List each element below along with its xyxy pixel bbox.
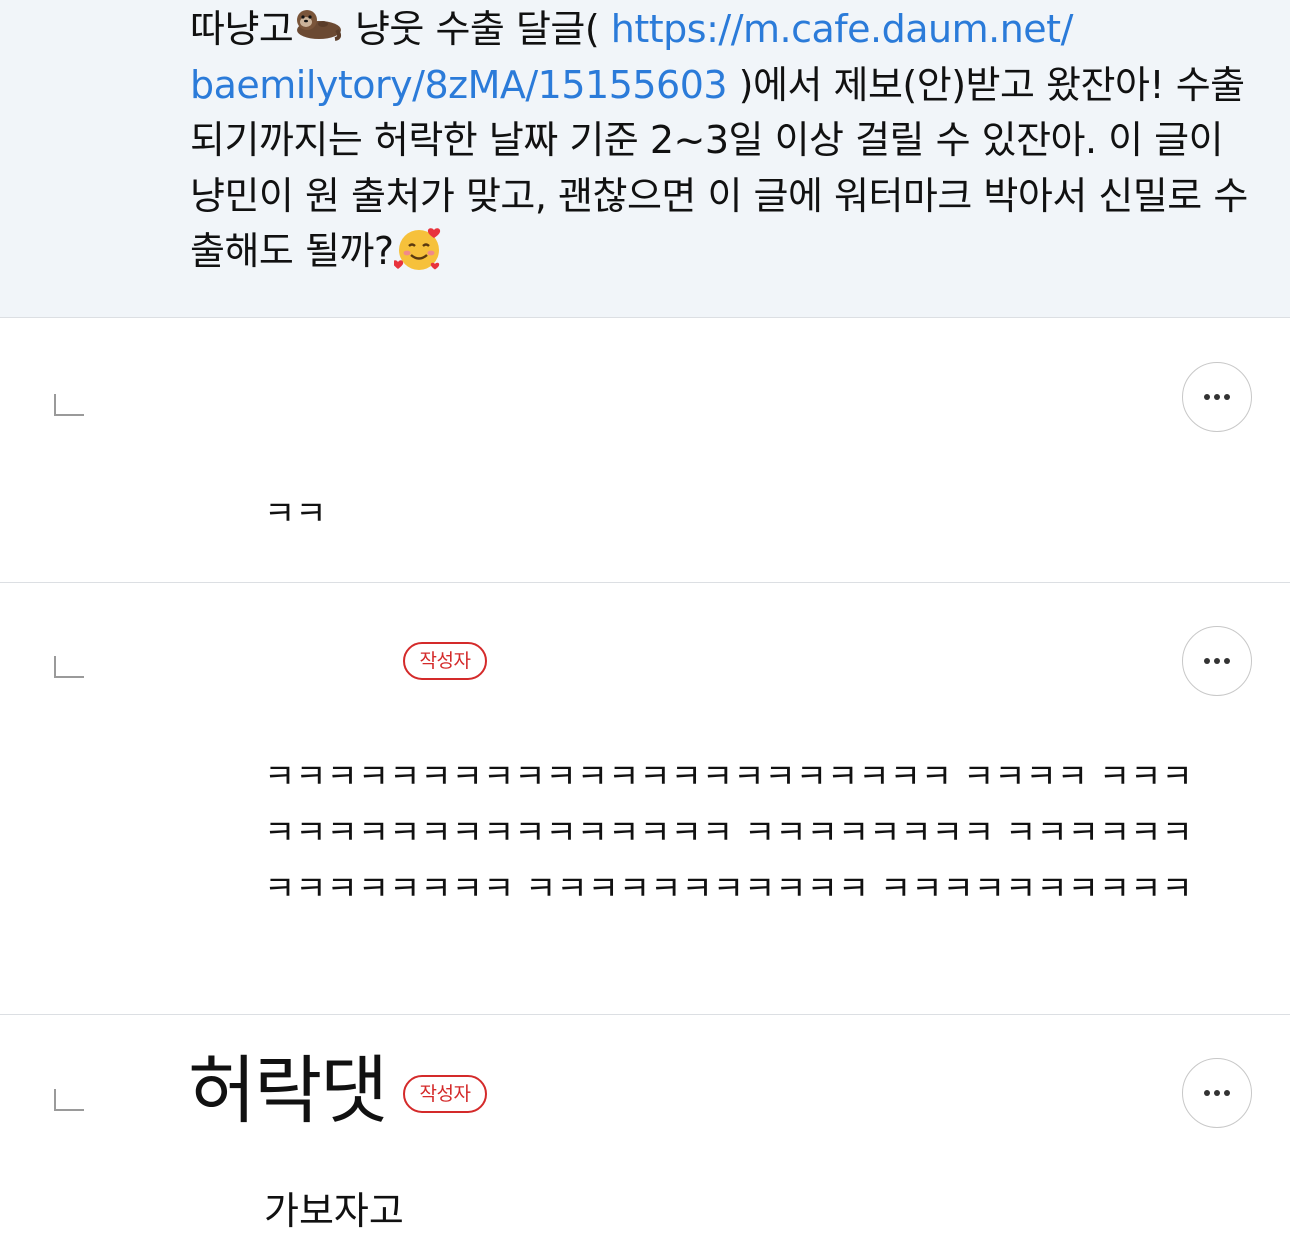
parent-comment: 따냥고 냥웃 수출 달글( https://m.cafe.daum.net/ b…: [0, 0, 1290, 318]
reply-text: ㅋㅋㅋㅋㅋㅋㅋㅋㅋㅋㅋㅋㅋㅋㅋㅋㅋㅋㅋㅋㅋㅋ ㅋㅋㅋㅋ ㅋㅋㅋㅋㅋㅋㅋㅋㅋㅋㅋㅋ…: [264, 757, 1193, 909]
reply-arrow-icon: [54, 1089, 84, 1111]
comment-thread: 따냥고 냥웃 수출 달글( https://m.cafe.daum.net/ b…: [0, 0, 1290, 1258]
author-badge: 작성자: [403, 642, 487, 680]
reply-item: 허락댓 작성자 가보자고: [0, 1015, 1290, 1258]
smiling-face-with-hearts-icon: [393, 228, 440, 270]
reply-arrow-icon: [54, 394, 84, 416]
more-options-button[interactable]: [1182, 362, 1252, 432]
reply-text: ㅋㅋ: [264, 494, 327, 534]
ellipsis-icon: [1204, 1090, 1230, 1096]
reply-item: ㅋㅋ: [0, 318, 1290, 583]
ellipsis-icon: [1204, 658, 1230, 664]
otter-emoji-icon: [297, 10, 342, 41]
ellipsis-icon: [1204, 394, 1230, 400]
parent-text-start: 따냥고: [190, 7, 294, 51]
parent-comment-text: 따냥고 냥웃 수출 달글( https://m.cafe.daum.net/ b…: [190, 2, 1250, 280]
reply-arrow-icon: [54, 656, 84, 678]
author-badge: 작성자: [403, 1075, 487, 1113]
reply-text: 가보자고: [264, 1189, 404, 1233]
more-options-button[interactable]: [1182, 626, 1252, 696]
reply-item: 작성자 ㅋㅋㅋㅋㅋㅋㅋㅋㅋㅋㅋㅋㅋㅋㅋㅋㅋㅋㅋㅋㅋㅋ ㅋㅋㅋㅋ ㅋㅋㅋㅋㅋㅋㅋㅋ…: [0, 583, 1290, 1015]
parent-text-intro: 냥웃 수출 달글(: [343, 7, 611, 51]
more-options-button[interactable]: [1182, 1058, 1252, 1128]
commenter-name: 허락댓: [188, 1048, 388, 1134]
